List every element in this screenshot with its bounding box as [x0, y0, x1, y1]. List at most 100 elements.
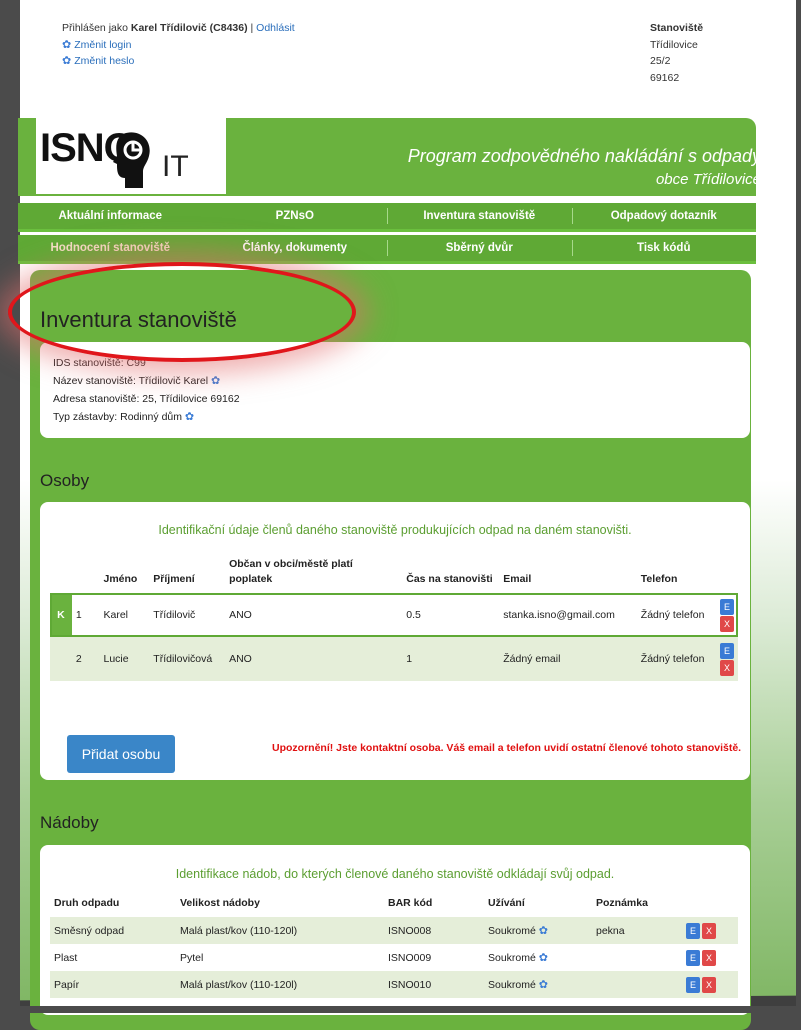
usage: Soukromé	[488, 925, 536, 937]
col-note: Poznámka	[596, 897, 648, 909]
head-logo-icon	[113, 132, 150, 188]
email-value: Žádný email	[503, 653, 561, 665]
site-line1: Třídilovice	[650, 38, 698, 51]
site-name-value: Třídilovič Karel	[138, 375, 209, 387]
bin-size: Malá plast/kov (110-120l)	[180, 924, 298, 937]
gear-icon[interactable]: ✿	[185, 408, 194, 426]
site-line2: 25/2	[650, 55, 671, 67]
usage: Soukromé	[488, 952, 536, 964]
persons-caption: Identifikační údaje členů daného stanovi…	[158, 523, 632, 537]
col-citizen: Občan v obci/městě platí poplatek	[229, 558, 353, 585]
site-type-row: Typ zástavby: Rodinný dům ✿	[40, 408, 750, 426]
contact-warning: Upozornění! Jste kontaktní osoba. Váš em…	[272, 742, 742, 754]
change-login-link[interactable]: ✿ Změnit login	[62, 37, 295, 54]
note	[592, 944, 682, 971]
site-line3: 69162	[650, 71, 680, 84]
delete-button[interactable]: X	[702, 976, 716, 993]
highlight-circle	[8, 262, 356, 362]
logout-link[interactable]: Odhlásit	[256, 22, 295, 34]
col-email: Email	[503, 573, 532, 585]
gear-icon[interactable]: ✿	[539, 978, 548, 991]
nav-pznso[interactable]: PZNsO	[203, 203, 388, 229]
barcode: ISNO008	[388, 924, 432, 937]
table-row: 2 Lucie Třídilovičová ANO 1 Žádný email …	[50, 637, 738, 681]
col-phone: Telefon	[640, 573, 678, 585]
site-type-value: Rodinný dům	[120, 411, 182, 423]
note	[592, 971, 682, 998]
nav-aktualni-informace[interactable]: Aktuální informace	[18, 203, 203, 229]
edit-button[interactable]: E	[720, 598, 734, 615]
edit-button[interactable]: E	[686, 922, 700, 939]
barcode: ISNO009	[388, 951, 432, 964]
nav-clanky-dokumenty[interactable]: Články, dokumenty	[203, 235, 388, 261]
nav-tisk-kodu[interactable]: Tisk kódů	[571, 235, 757, 261]
bottom-edge	[0, 1006, 801, 1013]
table-row: Směsný odpad Malá plast/kov (110-120l) I…	[50, 917, 738, 944]
gear-icon[interactable]: ✿	[539, 924, 548, 937]
note: pekna	[596, 924, 625, 937]
delete-button[interactable]: X	[720, 659, 734, 676]
col-last-name: Příjmení	[153, 573, 195, 585]
first-name: Lucie	[103, 653, 129, 665]
nav-hodnoceni-stanoviste[interactable]: Hodnocení stanoviště	[18, 235, 203, 261]
col-bin-size: Velikost nádoby	[180, 897, 260, 909]
add-person-button[interactable]: Přidat osobu	[67, 735, 175, 773]
time-value: 1	[406, 653, 413, 665]
nav-inventura-stanoviste[interactable]: Inventura stanoviště	[387, 203, 572, 229]
delete-button[interactable]: X	[702, 922, 716, 939]
email-value: stanka.isno@gmail.com	[503, 609, 615, 621]
site-type-label: Typ zástavby:	[53, 411, 118, 423]
time-value: 0.5	[406, 609, 421, 621]
logged-prefix: Přihlášen jako	[62, 22, 128, 34]
nav-row-1: Aktuální informace PZNsO Inventura stano…	[18, 203, 756, 232]
waste-type: Směsný odpad	[54, 924, 125, 937]
barcode: ISNO010	[388, 978, 432, 991]
nav-odpadovy-dotaznik[interactable]: Odpadový dotazník	[571, 203, 757, 229]
row-number: 1	[75, 609, 82, 621]
bins-table: Druh odpadu Velikost nádoby BAR kód Užív…	[50, 897, 738, 998]
col-usage: Užívání	[488, 897, 525, 909]
slogan: Program zodpovědného nakládání s odpady …	[408, 144, 761, 192]
edit-button[interactable]: E	[686, 976, 700, 993]
delete-button[interactable]: X	[720, 615, 734, 632]
edit-button[interactable]: E	[686, 949, 700, 966]
bins-section-title: Nádoby	[40, 813, 99, 832]
change-login-label: Změnit login	[74, 38, 132, 51]
table-row: Plast Pytel ISNO009 Soukromé ✿ EX	[50, 944, 738, 971]
last-name: Třídilovič	[153, 609, 196, 621]
slogan-line1: Program zodpovědného nakládání s odpady	[407, 146, 761, 166]
usage: Soukromé	[488, 979, 536, 991]
bins-header-row: Druh odpadu Velikost nádoby BAR kód Užív…	[50, 897, 738, 917]
gear-icon[interactable]: ✿	[211, 372, 220, 390]
site-name-label: Název stanoviště:	[53, 375, 136, 387]
bin-size: Malá plast/kov (110-120l)	[180, 978, 298, 991]
col-time: Čas na stanovišti	[406, 573, 493, 585]
col-waste-type: Druh odpadu	[54, 897, 120, 909]
change-password-link[interactable]: ✿ Změnit heslo	[62, 53, 295, 70]
site-address: Adresa stanoviště: 25, Třídilovice 69162	[53, 393, 240, 405]
site-title: Stanoviště	[650, 22, 704, 34]
phone-value: Žádný telefon	[640, 653, 705, 665]
waste-type: Plast	[54, 951, 78, 964]
bins-caption: Identifikace nádob, do kterých členové d…	[175, 867, 615, 881]
table-row: K 1 Karel Třídilovič ANO 0.5 stanka.isno…	[50, 593, 738, 637]
edit-button[interactable]: E	[720, 642, 734, 659]
table-row: Papír Malá plast/kov (110-120l) ISNO010 …	[50, 971, 738, 998]
citizen-value: ANO	[229, 609, 252, 621]
logo-suffix: IT	[162, 150, 189, 183]
citizen-value: ANO	[229, 653, 252, 665]
phone-value: Žádný telefon	[640, 609, 705, 621]
col-first-name: Jméno	[103, 573, 138, 585]
delete-button[interactable]: X	[702, 949, 716, 966]
persons-table: Jméno Příjmení Občan v obci/městě platí …	[50, 557, 738, 681]
last-name: Třídilovičová	[153, 653, 213, 665]
gear-icon: ✿	[62, 55, 72, 67]
user-header: Přihlášen jako Karel Třídilovič (C8436) …	[62, 20, 295, 70]
bins-card: Identifikace nádob, do kterých členové d…	[40, 845, 750, 1015]
nav-sberny-dvur[interactable]: Sběrný dvůr	[387, 235, 572, 261]
gear-icon[interactable]: ✿	[539, 951, 548, 964]
waste-type: Papír	[54, 978, 80, 991]
separator: |	[250, 22, 254, 34]
contact-badge: K	[50, 593, 72, 637]
bin-size: Pytel	[180, 951, 204, 964]
